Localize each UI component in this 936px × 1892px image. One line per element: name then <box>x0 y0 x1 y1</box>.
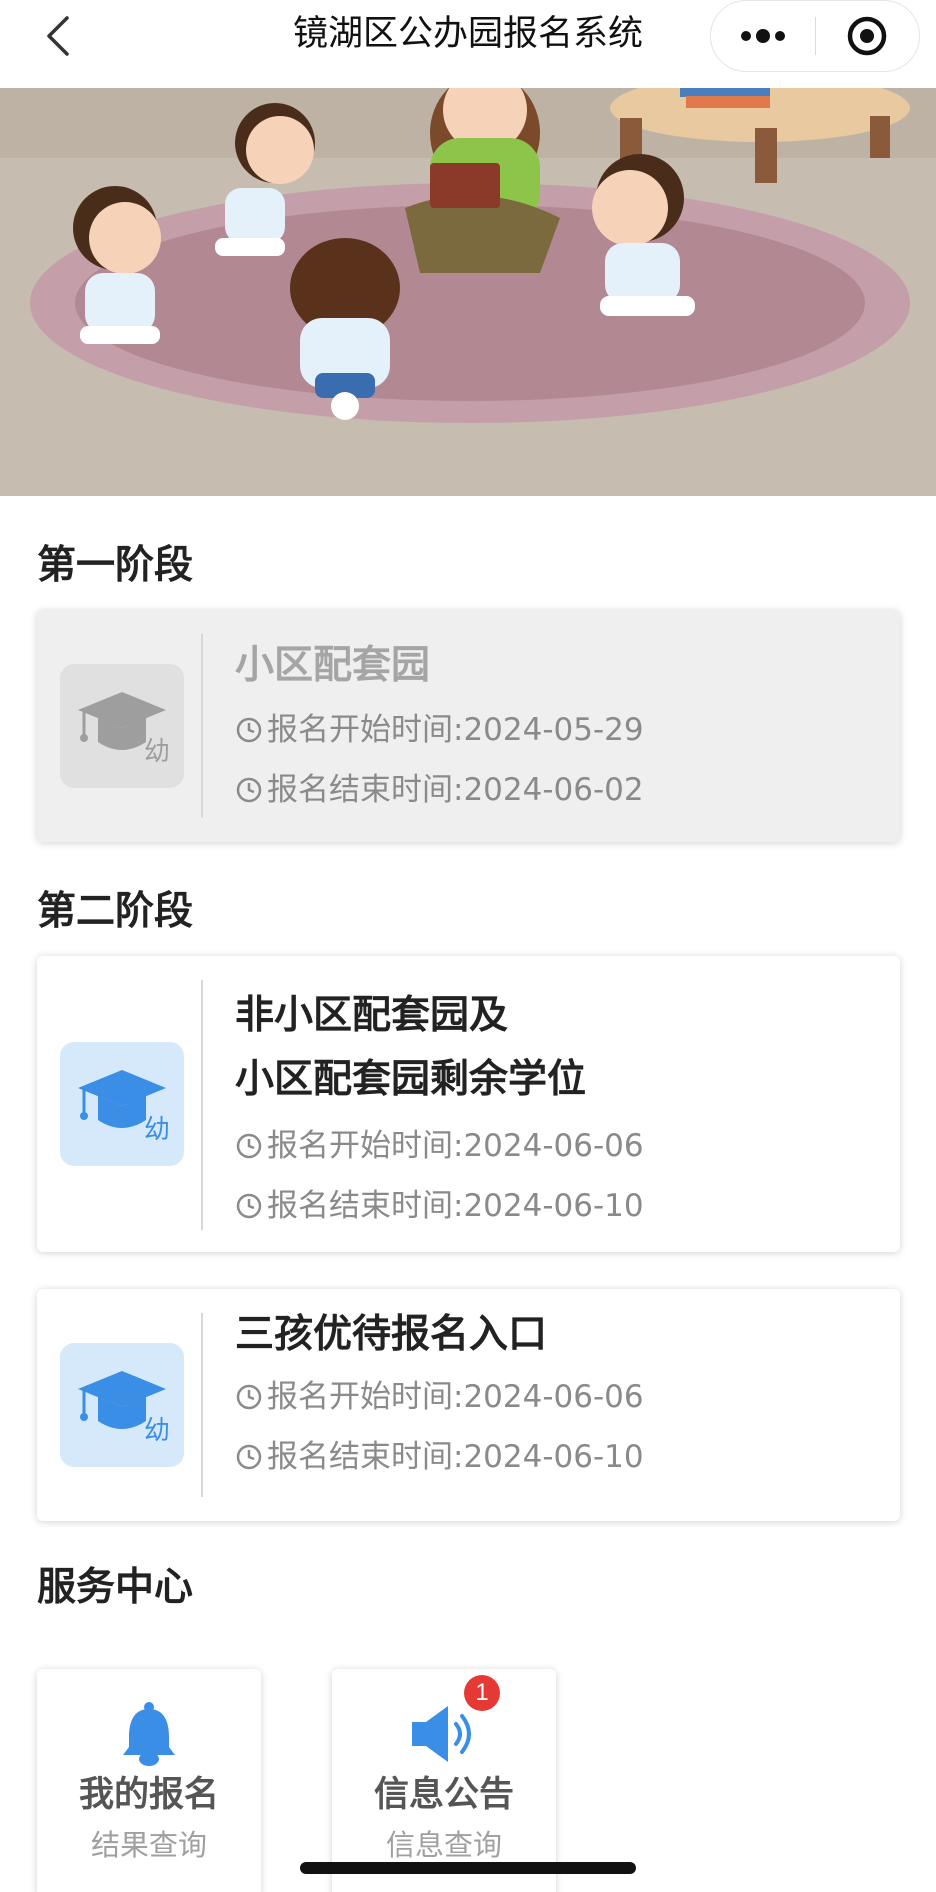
card-community-kindergarten[interactable]: 幼 小区配套园 报名开始时间:2024-05-29 报名结束时间:2024-06… <box>37 610 900 842</box>
card-title-line1: 非小区配套园及 <box>235 993 509 1038</box>
end-time: 报名结束时间:2024-06-10 <box>267 1439 644 1475</box>
banner-illustration <box>0 88 936 496</box>
classroom-illustration <box>0 88 936 496</box>
card-non-community-kindergarten[interactable]: 幼 非小区配套园及 小区配套园剩余学位 报名开始时间:2024-06-06 报名… <box>37 956 900 1252</box>
section-title-stage2: 第二阶段 <box>37 889 194 934</box>
svg-text:幼: 幼 <box>144 1115 170 1144</box>
kindergarten-icon: 幼 <box>60 1343 184 1467</box>
clock-icon <box>236 1133 262 1159</box>
section-title-service: 服务中心 <box>37 1565 194 1610</box>
clock-icon <box>236 1384 262 1410</box>
end-time: 报名结束时间:2024-06-02 <box>267 772 644 808</box>
more-button[interactable] <box>711 0 815 72</box>
bell-icon <box>37 1699 261 1769</box>
card-title: 三孩优待报名入口 <box>235 1312 548 1357</box>
home-indicator[interactable] <box>300 1862 636 1874</box>
tile-subtitle: 结果查询 <box>90 1828 207 1862</box>
card-divider <box>201 1313 203 1497</box>
section-title-stage1: 第一阶段 <box>37 543 194 588</box>
svg-text:幼: 幼 <box>144 1416 170 1445</box>
start-time: 报名开始时间:2024-06-06 <box>267 1379 644 1415</box>
tile-subtitle: 信息查询 <box>385 1828 502 1862</box>
card-third-child-priority[interactable]: 幼 三孩优待报名入口 报名开始时间:2024-06-06 报名结束时间:2024… <box>37 1289 900 1521</box>
kindergarten-icon: 幼 <box>60 664 184 788</box>
announcements-tile[interactable]: 1 信息公告 信息查询 <box>332 1669 556 1892</box>
my-registration-tile[interactable]: 我的报名 结果查询 <box>37 1669 261 1892</box>
clock-icon <box>236 1444 262 1470</box>
card-title-line2: 小区配套园剩余学位 <box>235 1057 587 1102</box>
clock-icon <box>236 1193 262 1219</box>
end-time: 报名结束时间:2024-06-10 <box>267 1188 644 1224</box>
tile-title: 我的报名 <box>78 1775 219 1815</box>
kindergarten-icon: 幼 <box>60 1042 184 1166</box>
clock-icon <box>236 777 262 803</box>
nav-bar: 镜湖区公办园报名系统 <box>0 0 936 88</box>
svg-text:幼: 幼 <box>144 737 170 766</box>
tile-title: 信息公告 <box>373 1775 514 1815</box>
start-time: 报名开始时间:2024-05-29 <box>267 712 644 748</box>
card-divider <box>201 634 203 818</box>
card-divider <box>201 980 203 1230</box>
speaker-icon <box>332 1699 556 1769</box>
clock-icon <box>236 717 262 743</box>
target-close-icon <box>848 16 887 56</box>
close-button[interactable] <box>816 0 920 72</box>
mini-program-capsule <box>710 0 920 72</box>
card-title: 小区配套园 <box>235 643 431 688</box>
more-dots-icon <box>740 29 785 43</box>
start-time: 报名开始时间:2024-06-06 <box>267 1128 644 1164</box>
notification-badge: 1 <box>464 1675 500 1711</box>
